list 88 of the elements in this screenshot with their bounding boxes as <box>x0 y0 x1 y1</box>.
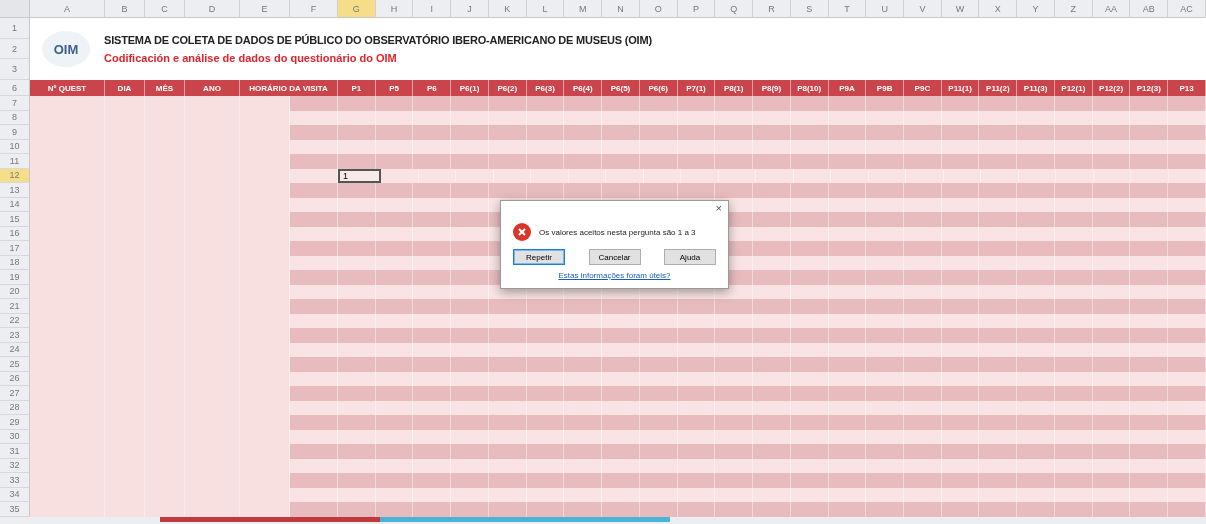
column-letter[interactable]: AA <box>1092 0 1131 18</box>
column-heading: P6(4) <box>564 80 603 96</box>
row-number[interactable]: 19 <box>0 270 30 285</box>
column-letter[interactable]: K <box>488 0 527 18</box>
column-heading: MÊS <box>145 80 185 96</box>
column-letter[interactable]: Q <box>715 0 754 18</box>
column-letter[interactable]: N <box>602 0 640 18</box>
row-number[interactable]: 11 <box>0 154 30 169</box>
column-heading: P6(3) <box>526 80 565 96</box>
error-icon <box>513 223 531 241</box>
column-letter[interactable]: P <box>677 0 716 18</box>
row-number[interactable]: 29 <box>0 415 30 430</box>
column-heading: P13 <box>1168 80 1206 96</box>
sheet-title: SISTEMA DE COLETA DE DADOS DE PÚBLICO DO OBSERVATÓRIO IBERO-AMERICANO DE MUSEUS (OIM) <box>104 34 652 46</box>
row-number[interactable]: 7 <box>0 96 30 111</box>
column-heading: P1 <box>338 80 376 96</box>
column-letter[interactable]: Y <box>1017 0 1055 18</box>
column-letter[interactable]: F <box>290 0 338 18</box>
dialog-button[interactable]: Cancelar <box>588 249 641 265</box>
column-heading: P6(5) <box>602 80 640 96</box>
close-button[interactable]: × <box>715 202 722 214</box>
column-letter[interactable]: G <box>338 0 376 18</box>
dialog-button[interactable]: Repetir <box>513 249 565 265</box>
column-heading: P9C <box>904 80 942 96</box>
column-heading: P9A <box>828 80 867 96</box>
dialog-button[interactable]: Ajuda <box>664 249 716 265</box>
error-message: Os valores aceitos nesta pergunta são 1 a 3 <box>539 227 696 237</box>
sheet-subtitle: Codificación e análise de dados do questionário do OIM <box>104 52 398 64</box>
column-letter[interactable]: S <box>790 0 829 18</box>
column-heading: P7(1) <box>677 80 716 96</box>
row-number[interactable]: 15 <box>0 212 30 227</box>
column-heading: P12(1) <box>1054 80 1093 96</box>
column-heading: HORÁRIO DA VISITA <box>240 80 338 96</box>
row-number[interactable]: 9 <box>0 125 30 140</box>
column-heading: P11(3) <box>1017 80 1055 96</box>
column-letter[interactable]: C <box>145 0 185 18</box>
column-heading: P6(6) <box>639 80 678 96</box>
column-letter[interactable]: V <box>904 0 942 18</box>
column-letter[interactable]: A <box>30 0 105 18</box>
column-heading: P8(1) <box>715 80 754 96</box>
logo: OIM <box>42 31 90 67</box>
column-heading: P8(10) <box>790 80 829 96</box>
column-letter[interactable]: AB <box>1130 0 1169 18</box>
column-heading: P12(2) <box>1092 80 1131 96</box>
column-letter[interactable]: T <box>828 0 867 18</box>
column-letter[interactable]: E <box>240 0 290 18</box>
column-heading: P11(2) <box>979 80 1018 96</box>
column-heading: P6(1) <box>451 80 489 96</box>
column-heading: P6(2) <box>488 80 527 96</box>
row-number[interactable]: 35 <box>0 502 30 517</box>
column-letter[interactable]: I <box>413 0 452 18</box>
row-number[interactable]: 3 <box>0 59 30 80</box>
row-number[interactable]: 13 <box>0 183 30 198</box>
column-letter[interactable]: L <box>526 0 565 18</box>
column-letter[interactable]: B <box>105 0 145 18</box>
column-letter[interactable]: H <box>375 0 414 18</box>
column-letter[interactable]: W <box>941 0 980 18</box>
column-heading: P12(3) <box>1130 80 1169 96</box>
column-letter[interactable]: R <box>753 0 791 18</box>
row-number[interactable]: 6 <box>0 80 30 96</box>
row-number[interactable]: 17 <box>0 241 30 256</box>
column-heading: ANO <box>185 80 240 96</box>
row-number[interactable]: 21 <box>0 299 30 314</box>
column-letter[interactable]: X <box>979 0 1018 18</box>
column-letter[interactable]: Z <box>1054 0 1093 18</box>
column-letter[interactable]: D <box>185 0 240 18</box>
row-number[interactable]: 27 <box>0 386 30 401</box>
row-number[interactable]: 33 <box>0 473 30 488</box>
row-number[interactable]: 23 <box>0 328 30 343</box>
column-heading: P8(9) <box>753 80 791 96</box>
column-heading: P11(1) <box>941 80 980 96</box>
column-letter[interactable]: M <box>564 0 603 18</box>
column-letter[interactable]: U <box>866 0 904 18</box>
column-letter[interactable]: AC <box>1168 0 1206 18</box>
column-heading: P9B <box>866 80 904 96</box>
column-letter[interactable]: J <box>451 0 489 18</box>
row-number[interactable]: 2 <box>0 38 30 60</box>
row-number[interactable]: 31 <box>0 444 30 459</box>
column-heading: DIA <box>105 80 145 96</box>
row-number[interactable]: 1 <box>0 18 30 39</box>
feedback-link[interactable]: Estas informações foram úteis? <box>501 265 728 288</box>
select-all-corner[interactable] <box>0 0 30 18</box>
sheet-tab[interactable] <box>160 516 380 522</box>
row-number[interactable]: 25 <box>0 357 30 372</box>
column-heading: Nº QUEST <box>30 80 105 96</box>
column-heading: P5 <box>375 80 414 96</box>
column-heading: P6 <box>413 80 452 96</box>
column-letter[interactable]: O <box>639 0 678 18</box>
